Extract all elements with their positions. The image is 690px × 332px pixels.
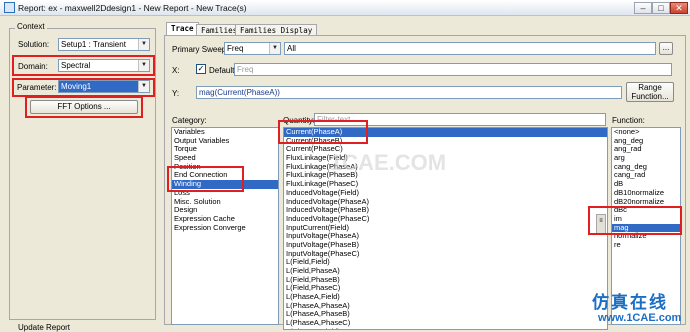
default-label: Default xyxy=(209,66,235,75)
domain-value: Spectral xyxy=(61,61,91,70)
chevron-down-icon: ▼ xyxy=(269,43,280,54)
minimize-button[interactable]: – xyxy=(634,2,652,14)
primary-sweep-range[interactable]: All xyxy=(284,42,656,55)
app-icon xyxy=(4,2,15,13)
domain-label: Domain: xyxy=(18,62,48,71)
x-input[interactable]: Freq xyxy=(234,63,672,76)
function-list-item[interactable]: re xyxy=(612,240,680,250)
update-report-label: Update Report xyxy=(18,323,71,332)
chevron-down-icon: ▼ xyxy=(138,39,149,50)
parameter-value: Moving1 xyxy=(61,82,92,91)
watermark-brand-cn: 仿真在线 xyxy=(592,293,668,312)
watermark-center: 1CAE.COM xyxy=(330,150,447,175)
x-label: X: xyxy=(172,66,180,75)
function-highlight-box xyxy=(588,206,682,235)
solution-label: Solution: xyxy=(18,40,50,49)
category-list-item[interactable]: Expression Converge xyxy=(172,223,278,233)
default-checkbox[interactable]: ✓ xyxy=(196,64,206,74)
context-legend: Context xyxy=(15,22,47,31)
primary-sweep-label: Primary Sweep: xyxy=(172,45,229,54)
function-label: Function: xyxy=(612,116,645,125)
y-input[interactable]: mag(Current(PhaseA)) xyxy=(196,86,622,99)
title-bar: Report: ex - maxwell2Ddesign1 - New Repo… xyxy=(0,0,690,16)
chevron-down-icon: ▼ xyxy=(138,60,149,71)
window-title: Report: ex - maxwell2Ddesign1 - New Repo… xyxy=(18,2,247,13)
close-button[interactable]: ✕ xyxy=(670,2,688,14)
maximize-button[interactable]: □ xyxy=(652,2,670,14)
y-label: Y: xyxy=(172,89,180,98)
chevron-down-icon: ▼ xyxy=(138,81,149,92)
sweep-ellipsis-button[interactable]: ... xyxy=(659,42,673,55)
category-list[interactable]: Variables Output Variables Torque Speed Posi… xyxy=(171,127,279,325)
category-highlight-box xyxy=(167,166,244,192)
category-label: Category: xyxy=(172,116,207,125)
domain-dropdown[interactable]: Spectral ▼ xyxy=(58,59,150,72)
range-function-button[interactable]: Range Function... xyxy=(626,82,674,102)
primary-sweep-dropdown[interactable]: Freq ▼ xyxy=(224,42,281,55)
tab-trace[interactable]: Trace xyxy=(166,22,199,36)
parameter-dropdown[interactable]: Moving1 ▼ xyxy=(58,80,150,93)
solution-value: Setup1 : Transient xyxy=(61,40,126,49)
quantity-highlight-box xyxy=(278,120,368,144)
quantity-list-item[interactable]: InputVoltage(PhaseC) xyxy=(284,249,607,259)
parameter-label: Parameter: xyxy=(17,83,57,92)
fft-options-button[interactable]: FFT Options ... xyxy=(30,100,138,114)
solution-dropdown[interactable]: Setup1 : Transient ▼ xyxy=(58,38,150,51)
watermark-brand-url: www.1CAE.com xyxy=(598,312,682,324)
primary-sweep-value: Freq xyxy=(227,44,244,53)
